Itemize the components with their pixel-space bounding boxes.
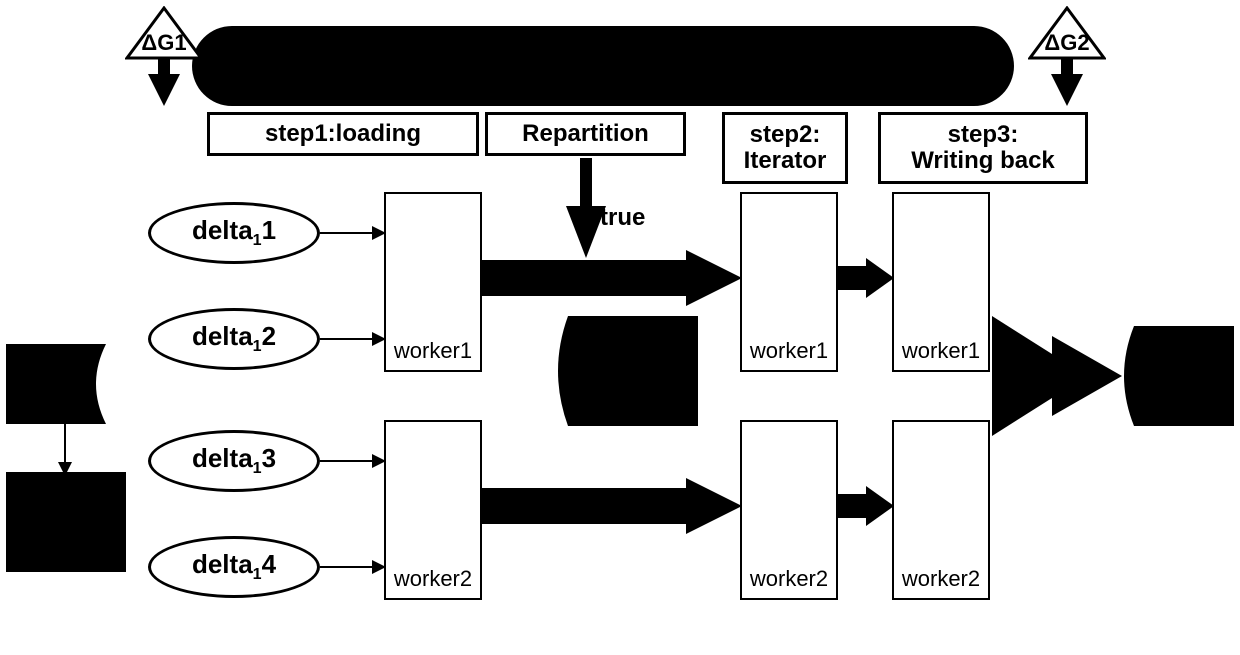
- arrow-g2-down: [1051, 58, 1083, 106]
- line-d2-w1: [320, 338, 376, 340]
- mid-curveblock: [548, 316, 698, 426]
- col2-worker2-label: worker2: [750, 566, 828, 592]
- triangle-g1-label: ΔG1: [125, 30, 203, 56]
- output-curve-block: [1114, 326, 1234, 426]
- col2-worker2-box: worker2: [740, 420, 838, 600]
- step1-loading-box: step1:loading: [207, 112, 479, 156]
- col1-worker1-box: worker1: [384, 192, 482, 372]
- bigarrow-bottom1: [482, 478, 742, 534]
- delta1-label: delta11: [192, 215, 276, 250]
- triangle-g2-label: ΔG2: [1028, 30, 1106, 56]
- arrow-g1-down: [148, 58, 180, 106]
- bigarrow-top1: [482, 250, 742, 306]
- step2-l2: Iterator: [744, 148, 827, 174]
- delta1-ellipse: delta11: [148, 202, 320, 264]
- step2-l1: step2:: [750, 122, 821, 148]
- step3-l1: step3:: [948, 122, 1019, 148]
- delta2-label: delta12: [192, 321, 276, 356]
- step2-iterator-box: step2: Iterator: [722, 112, 848, 184]
- delta2-ellipse: delta12: [148, 308, 320, 370]
- output-fan-arrow: [992, 316, 1122, 436]
- true-label: true: [600, 204, 645, 232]
- line-d1-w1: [320, 232, 376, 234]
- smallarrow-bottom2: [838, 486, 894, 526]
- col1-worker2-label: worker2: [394, 566, 472, 592]
- left-curveblock-top: [6, 344, 126, 424]
- line-d3-w2: [320, 460, 376, 462]
- col3-worker1-box: worker1: [892, 192, 990, 372]
- step1-loading-label: step1:loading: [265, 121, 421, 147]
- col3-worker2-box: worker2: [892, 420, 990, 600]
- col3-worker2-label: worker2: [902, 566, 980, 592]
- delta3-label: delta13: [192, 443, 276, 478]
- step3-l2: Writing back: [911, 148, 1055, 174]
- col1-worker2-box: worker2: [384, 420, 482, 600]
- col1-worker1-label: worker1: [394, 338, 472, 364]
- col2-worker1-label: worker1: [750, 338, 828, 364]
- delta4-label: delta14: [192, 549, 276, 584]
- step3-writing-box: step3: Writing back: [878, 112, 1088, 184]
- delta3-ellipse: delta13: [148, 430, 320, 492]
- top-pill-bar: [192, 26, 1014, 106]
- repartition-label: Repartition: [522, 121, 649, 147]
- col2-worker1-box: worker1: [740, 192, 838, 372]
- line-d4-w2: [320, 566, 376, 568]
- smallarrow-top2: [838, 258, 894, 298]
- left-rect-bottom: [6, 472, 126, 572]
- repartition-box: Repartition: [485, 112, 686, 156]
- delta4-ellipse: delta14: [148, 536, 320, 598]
- col3-worker1-label: worker1: [902, 338, 980, 364]
